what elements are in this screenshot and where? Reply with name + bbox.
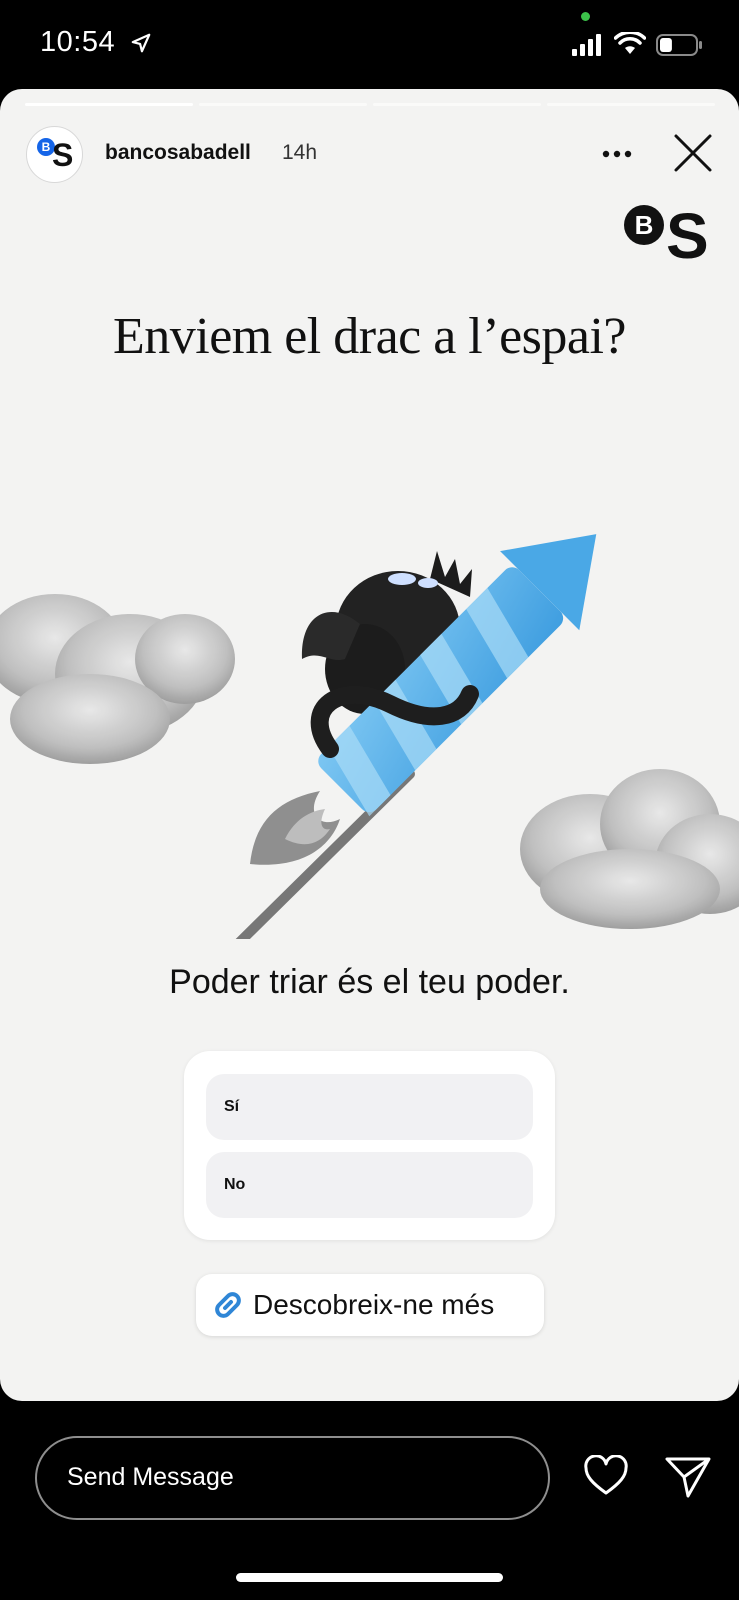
left-cloud — [0, 594, 235, 764]
story-progress-bar — [25, 103, 715, 107]
avatar-letter-s: S — [52, 137, 74, 173]
account-username[interactable]: bancosabadell — [105, 141, 251, 165]
more-options-icon[interactable] — [601, 149, 633, 159]
link-icon — [215, 1292, 241, 1318]
wifi-icon — [614, 32, 646, 54]
right-cloud — [520, 769, 739, 929]
post-time-ago: 14h — [282, 141, 318, 164]
status-time: 10:54 — [40, 26, 116, 58]
send-message-placeholder: Send Message — [67, 1463, 234, 1491]
brand-logo-b: B — [624, 205, 664, 245]
story-progress-segment — [373, 103, 541, 106]
brand-logo: B S — [624, 203, 716, 268]
link-sticker[interactable]: Descobreix-ne més — [196, 1274, 544, 1336]
close-icon[interactable] — [673, 133, 713, 173]
heart-icon[interactable] — [584, 1455, 628, 1497]
send-message-input[interactable]: Send Message — [35, 1436, 550, 1520]
location-arrow-icon — [131, 33, 151, 53]
account-avatar[interactable]: B S — [26, 126, 83, 183]
poll-option-yes[interactable]: Sí — [206, 1074, 533, 1140]
camera-in-use-indicator — [581, 12, 590, 21]
brand-logo-s: S — [666, 200, 709, 272]
story-progress-segment — [547, 103, 715, 106]
battery-icon — [656, 34, 702, 56]
status-bar: 10:54 — [0, 0, 739, 90]
story-tagline: Poder triar és el teu poder. — [169, 963, 570, 1001]
send-icon[interactable] — [664, 1455, 712, 1499]
poll-sticker: Sí No — [184, 1051, 555, 1240]
story-progress-segment — [25, 103, 193, 106]
signal-icon — [572, 34, 601, 56]
story-progress-segment — [199, 103, 367, 106]
story-card[interactable]: B S bancosabadell 14h B S Enviem el drac… — [0, 89, 739, 1401]
dragon-rocket-illustration — [0, 534, 739, 939]
poll-option-no[interactable]: No — [206, 1152, 533, 1218]
link-sticker-label: Descobreix-ne més — [253, 1289, 495, 1320]
story-headline: Enviem el drac a l’espai? — [112, 308, 627, 365]
home-indicator — [236, 1573, 503, 1582]
